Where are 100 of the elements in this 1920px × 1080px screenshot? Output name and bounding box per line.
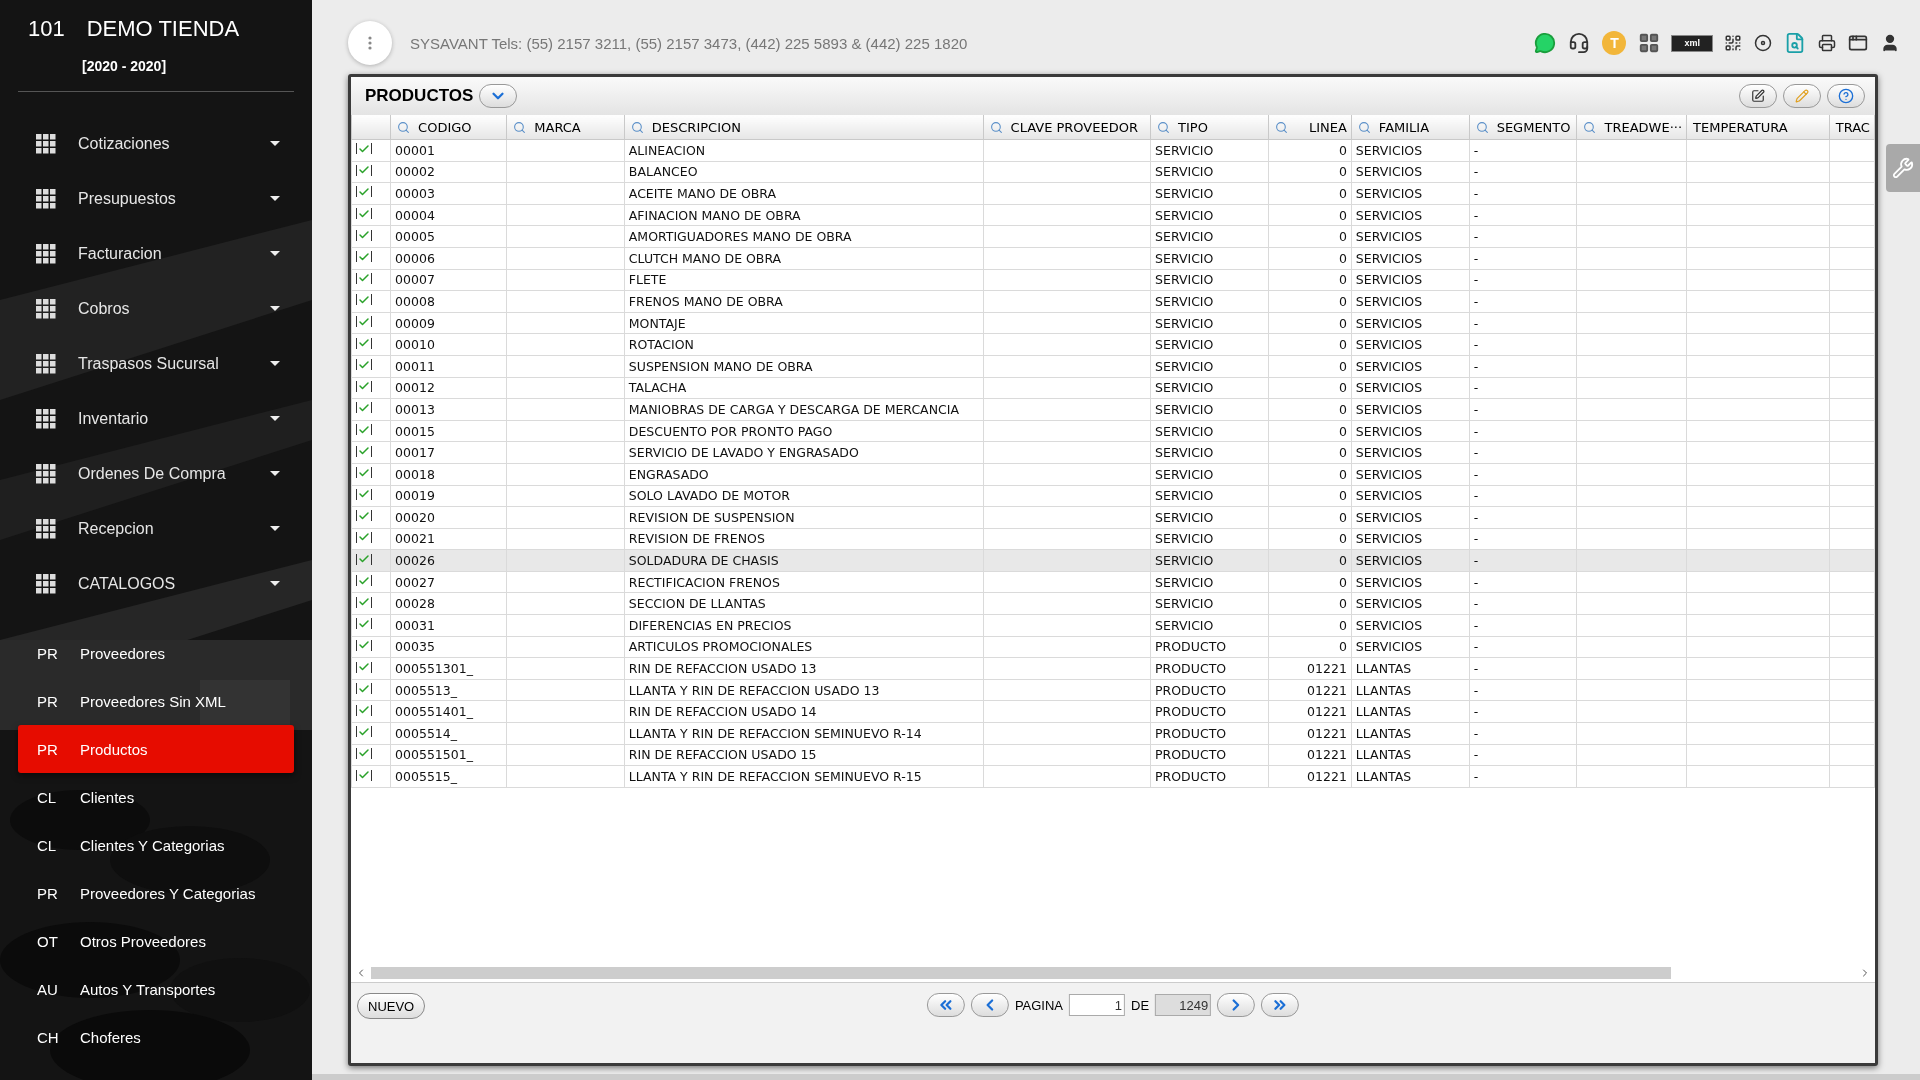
table-cell: - — [1473, 423, 1479, 439]
table-cell: 0 — [1338, 509, 1347, 525]
table-cell: LLANTAS — [1355, 704, 1412, 720]
menu-item[interactable]: Ordenes De Compra — [78, 464, 270, 483]
menu-item[interactable]: Presupuestos — [78, 189, 270, 208]
table-cell: - — [1473, 401, 1479, 417]
table-row[interactable]: 00018 ENGRASADO SERVICIO 0 SERVICIOS - — [351, 463, 1875, 485]
table-row[interactable]: 00008 FRENOS MANO DE OBRA SERVICIO 0 SERVICIOS - — [351, 290, 1875, 313]
table-cell: PRODUCTO — [1155, 661, 1227, 677]
table-cell: 0 — [1338, 142, 1347, 158]
table-cell: SERVICIO — [1155, 358, 1214, 374]
table-row[interactable]: 00002 BALANCEO SERVICIO 0 SERVICIOS - — [351, 161, 1875, 183]
table-cell: SERVICIOS — [1355, 142, 1423, 158]
table-cell: - — [1473, 661, 1479, 677]
menu-item[interactable]: CATALOGOS — [78, 574, 270, 593]
table-cell: - — [1473, 725, 1479, 741]
table-row[interactable]: 00035 ARTICULOS PROMOCIONALES PRODUCTO 0 SERVICIOS - — [351, 636, 1875, 658]
catalog-item[interactable]: PR Productos — [18, 725, 294, 773]
table-row[interactable]: 00006 CLUTCH MANO DE OBRA SERVICIO 0 SERVICIOS - — [351, 247, 1875, 270]
table-row[interactable]: 00004 AFINACION MANO DE OBRA SERVICIO 0 SERVICIOS - — [351, 204, 1875, 226]
table-cell: SERVICIOS — [1355, 488, 1423, 504]
table-cell: SERVICIOS — [1355, 186, 1423, 201]
table-cell: RECTIFICACION FRENOS — [628, 574, 780, 590]
table-cell: - — [1473, 207, 1479, 223]
table-row[interactable]: 000551301_ RIN DE REFACCION USADO 13 PRODUCTO 01221 LLANTAS - — [351, 657, 1875, 680]
table-row[interactable]: 00026 SOLDADURA DE CHASIS SERVICIO 0 SERVICIOS - — [351, 549, 1875, 572]
panel-title: PRODUCTOS — [365, 86, 474, 106]
table-row[interactable]: 00010 ROTACION SERVICIO 0 SERVICIOS - — [351, 333, 1875, 356]
table-cell: SERVICIOS — [1355, 229, 1423, 245]
table-row[interactable]: 00019 SOLO LAVADO DE MOTOR SERVICIO 0 SERVICIOS - — [351, 485, 1875, 507]
table-cell: - — [1473, 574, 1479, 590]
table-cell: SERVICIO — [1155, 380, 1214, 396]
table-cell: 0 — [1338, 272, 1347, 288]
catalog-item[interactable]: CL Clientes — [18, 773, 294, 821]
table-row[interactable]: 00012 TALACHA SERVICIO 0 SERVICIOS - — [351, 377, 1875, 399]
table-cell: 01221 — [1307, 769, 1347, 784]
table-cell: SERVICIOS — [1355, 423, 1423, 439]
table-cell: SERVICIOS — [1355, 207, 1423, 223]
table-row[interactable]: 00005 AMORTIGUADORES MANO DE OBRA SERVICIO 0 SERVICIOS - — [351, 225, 1875, 248]
table-cell: DESCUENTO POR PRONTO PAGO — [628, 423, 833, 439]
table-row[interactable]: 00009 MONTAJE SERVICIO 0 SERVICIOS - — [351, 312, 1875, 334]
table-cell: LLANTA Y RIN DE REFACCION SEMINUEVO R-14 — [628, 725, 922, 741]
store-number: 101 — [28, 16, 65, 42]
catalog-item[interactable]: CL Clientes Y Categorias — [18, 821, 294, 869]
catalog-item[interactable]: AU Autos Y Transportes — [18, 965, 294, 1013]
table-row[interactable]: 0005513_ LLANTA Y RIN DE REFACCION USADO 13 PRODUCTO 01221 LLANTAS - — [351, 679, 1875, 701]
table-row[interactable]: 000551401_ RIN DE REFACCION USADO 14 PRODUCTO 01221 LLANTAS - — [351, 700, 1875, 723]
table-row[interactable]: 0005514_ LLANTA Y RIN DE REFACCION SEMINUEVO R-14 PRODUCTO 01221 LLANTAS - — [351, 722, 1875, 745]
menu-item[interactable]: Recepcion — [78, 519, 270, 538]
table-cell: 0 — [1338, 596, 1347, 612]
table-cell: SERVICIOS — [1355, 574, 1423, 590]
table-row[interactable]: 00015 DESCUENTO POR PRONTO PAGO SERVICIO 0 SERVICIOS - — [351, 420, 1875, 442]
table-cell: PRODUCTO — [1155, 725, 1227, 741]
table-cell: SUSPENSION MANO DE OBRA — [628, 358, 813, 374]
catalog-item[interactable]: OT Otros Proveedores — [18, 917, 294, 965]
table-row[interactable]: 00011 SUSPENSION MANO DE OBRA SERVICIO 0 SERVICIOS - — [351, 355, 1875, 378]
table-row[interactable]: 00020 REVISION DE SUSPENSION SERVICIO 0 SERVICIOS - — [351, 506, 1875, 529]
table-cell: 0 — [1338, 553, 1347, 569]
table-cell: 00021 — [395, 531, 435, 547]
table-row[interactable]: 00027 RECTIFICACION FRENOS SERVICIO 0 SERVICIOS - — [351, 571, 1875, 593]
xml-button[interactable]: xml — [1672, 35, 1712, 51]
table-cell: SERVICIO DE LAVADO Y ENGRASADO — [628, 445, 859, 461]
table-cell: 000551401_ — [395, 704, 473, 720]
column-header[interactable]: TIPO — [1178, 119, 1208, 135]
table-row[interactable]: 00017 SERVICIO DE LAVADO Y ENGRASADO SERVICIO 0 SERVICIOS - — [351, 441, 1875, 464]
table-cell: 0 — [1338, 293, 1347, 309]
table-cell: - — [1473, 358, 1479, 374]
table-row[interactable]: 0005515_ LLANTA Y RIN DE REFACCION SEMINUEVO R-15 PRODUCTO 01221 LLANTAS - — [351, 765, 1875, 788]
table-row[interactable]: 00001 ALINEACION SERVICIO 0 SERVICIOS - — [351, 139, 1875, 162]
table-cell: 00017 — [395, 445, 435, 461]
table-cell: SERVICIO — [1155, 164, 1214, 180]
table-cell: SERVICIOS — [1355, 250, 1423, 266]
page-field[interactable]: 1 — [1069, 994, 1126, 1016]
menu-item[interactable]: Cobros — [78, 299, 270, 318]
menu-item[interactable]: Cotizaciones — [78, 134, 270, 153]
table-row[interactable]: 00003 ACEITE MANO DE OBRA SERVICIO 0 SERVICIOS - — [351, 182, 1875, 205]
table-row[interactable]: 00007 FLETE SERVICIO 0 SERVICIOS - — [351, 269, 1875, 291]
table-cell: FLETE — [628, 272, 667, 288]
table-row[interactable]: 00013 MANIOBRAS DE CARGA Y DESCARGA DE MERCANCIA SERVICIO 0 SERVICIOS - — [351, 398, 1875, 421]
table-cell: TALACHA — [628, 380, 687, 396]
table-row[interactable]: 00031 DIFERENCIAS EN PRECIOS SERVICIO 0 SERVICIOS - — [351, 614, 1875, 637]
table-cell: SERVICIO — [1155, 272, 1214, 288]
table-cell: 0005513_ — [395, 682, 458, 698]
table-cell: 0 — [1338, 380, 1347, 396]
menu-item[interactable]: Facturacion — [78, 244, 270, 263]
menu-item[interactable]: Inventario — [78, 409, 270, 428]
catalog-item[interactable]: PR Proveedores — [18, 629, 294, 677]
table-cell: SERVICIO — [1155, 617, 1214, 633]
catalog-item[interactable]: PR Proveedores Y Categorias — [18, 869, 294, 917]
contact-info: SYSAVANT Tels: (55) 2157 3211, (55) 2157 3473, (442) 225 5893 & (442) 225 1820 — [410, 34, 969, 52]
table-row[interactable]: 00028 SECCION DE LLANTAS SERVICIO 0 SERVICIOS - — [351, 592, 1875, 615]
table-cell: SERVICIO — [1155, 574, 1214, 590]
column-header[interactable]: DESCRIPCION — [651, 119, 741, 135]
menu-item[interactable]: Traspasos Sucursal — [78, 354, 270, 373]
table-row[interactable]: 00021 REVISION DE FRENOS SERVICIO 0 SERVICIOS - — [351, 528, 1875, 550]
table-cell: PRODUCTO — [1155, 769, 1227, 784]
catalog-item[interactable]: PR Proveedores Sin XML — [18, 677, 294, 725]
new-button[interactable]: NUEVO — [357, 993, 426, 1019]
catalog-item[interactable]: CH Choferes — [18, 1013, 294, 1061]
table-row[interactable]: 000551501_ RIN DE REFACCION USADO 15 PRODUCTO 01221 LLANTAS - — [351, 744, 1875, 766]
